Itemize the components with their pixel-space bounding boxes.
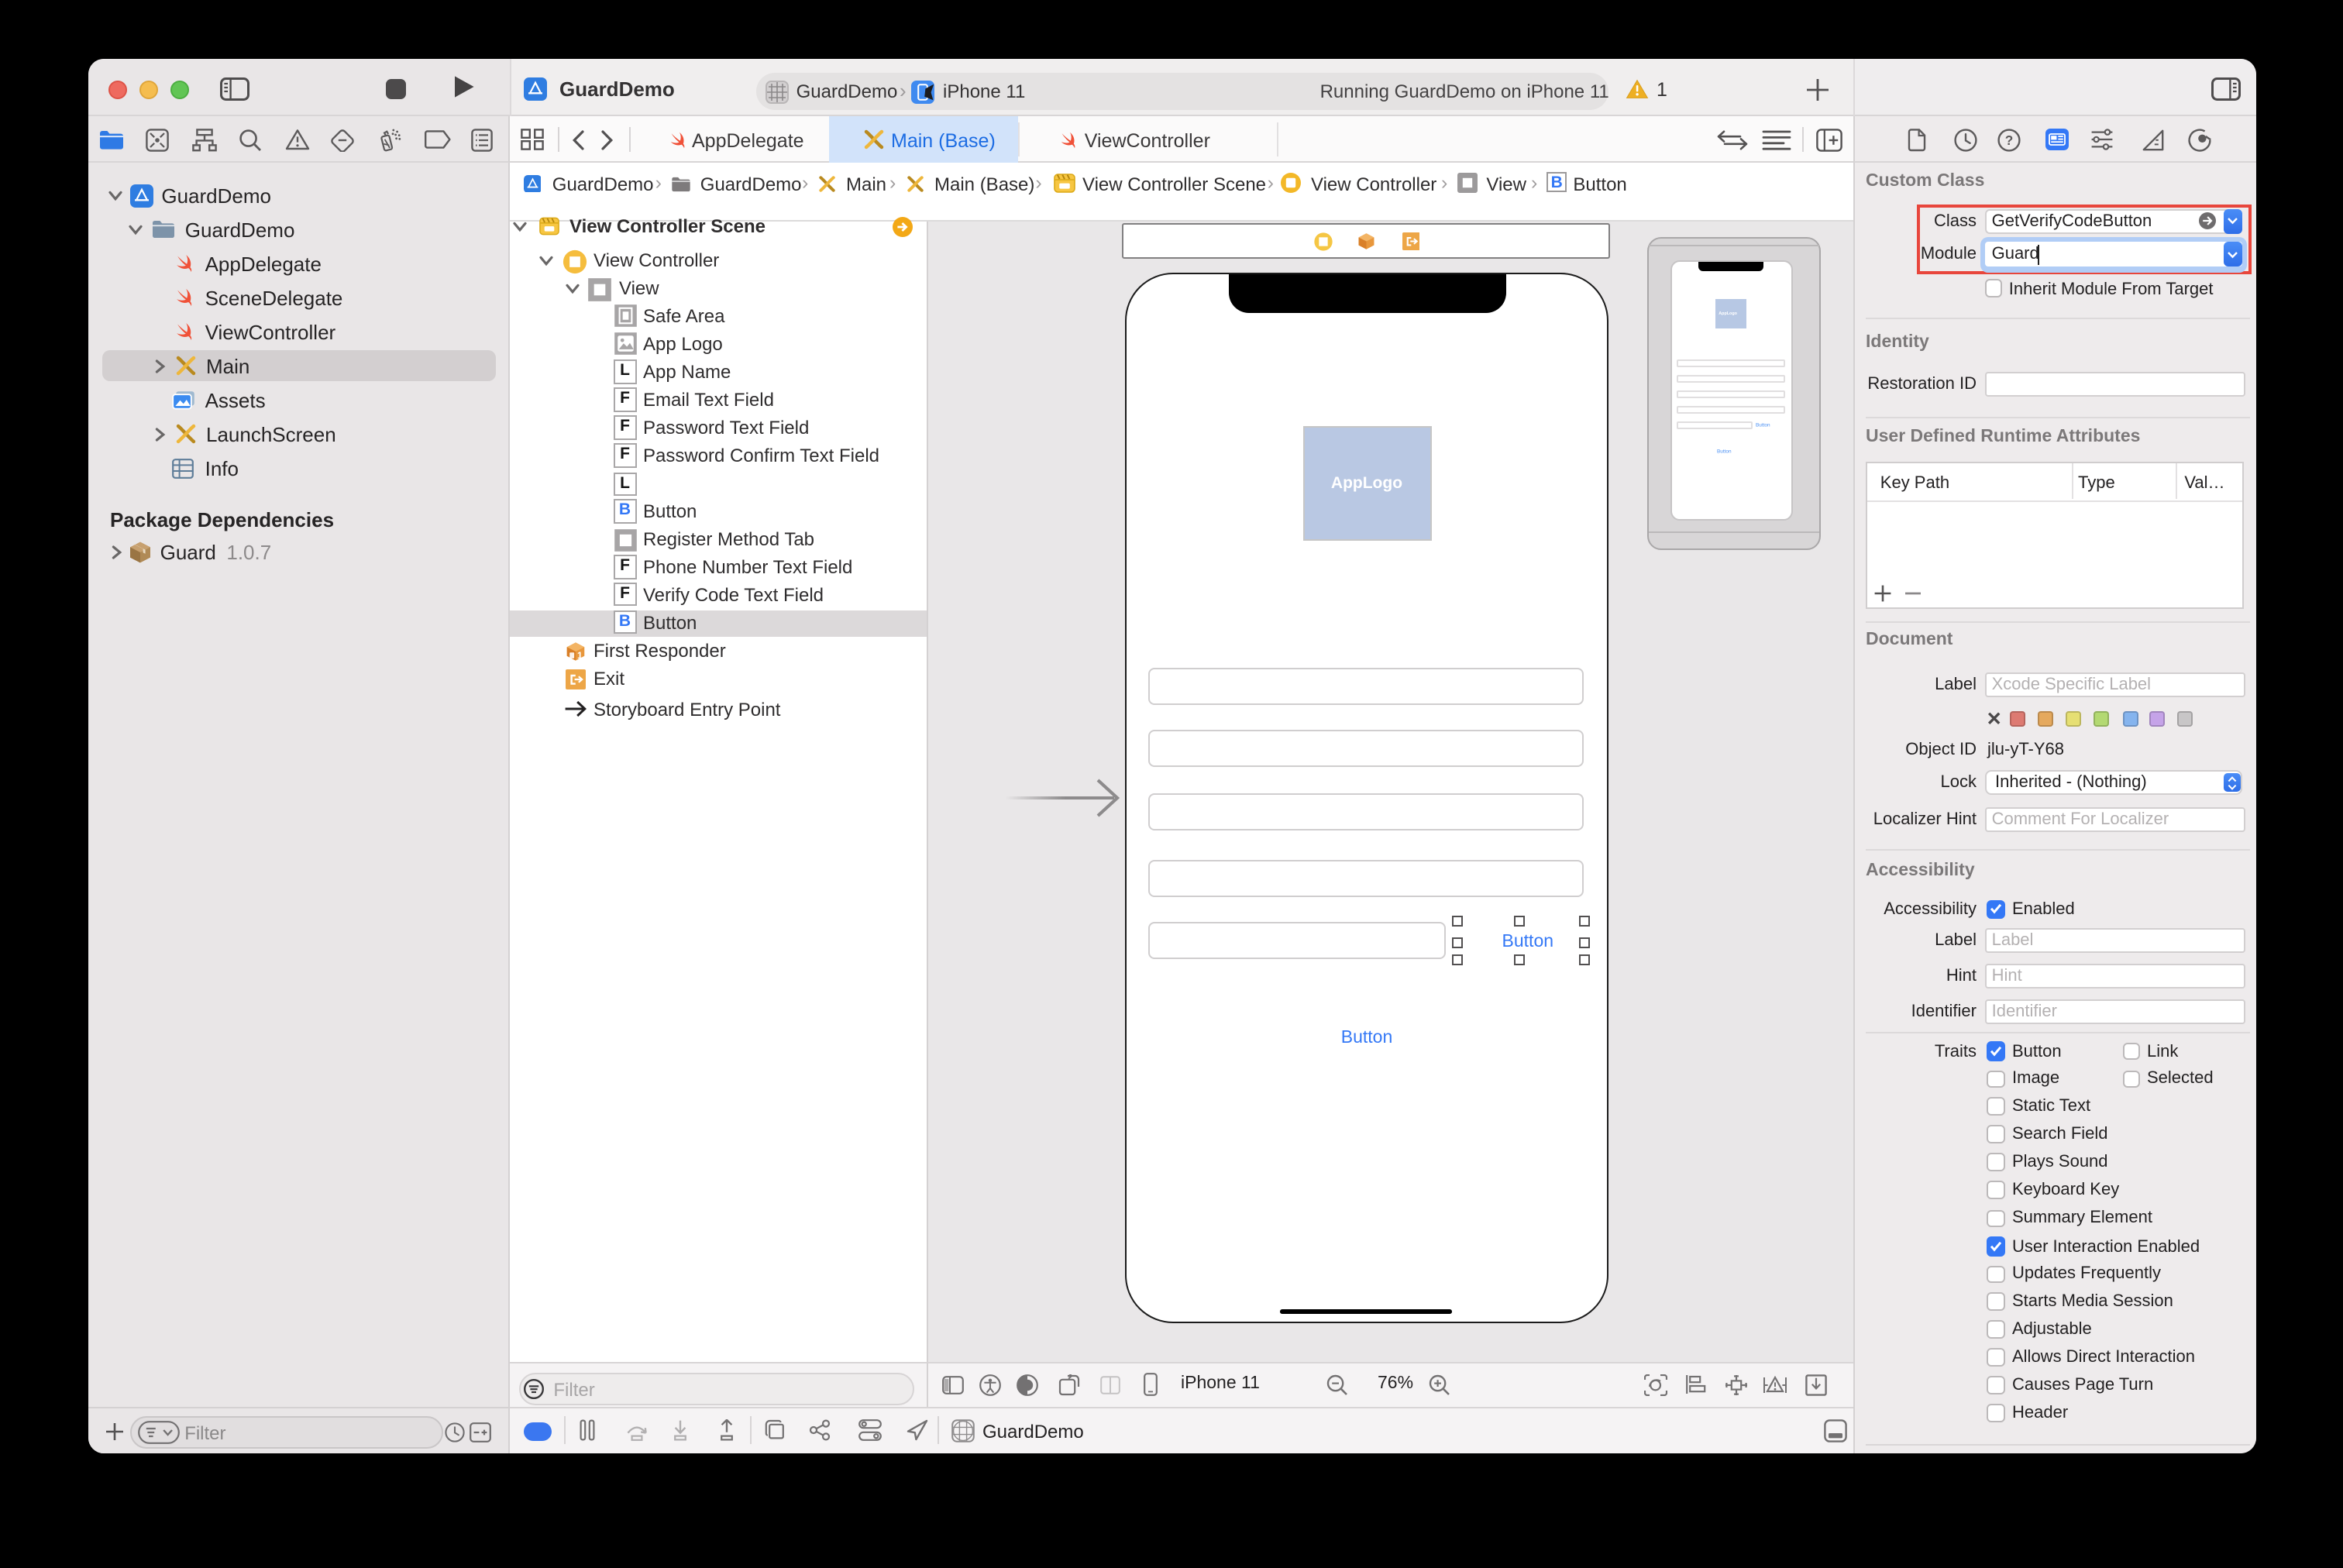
svg-text:1: 1 — [577, 649, 583, 660]
svg-text:?: ? — [2005, 132, 2014, 147]
